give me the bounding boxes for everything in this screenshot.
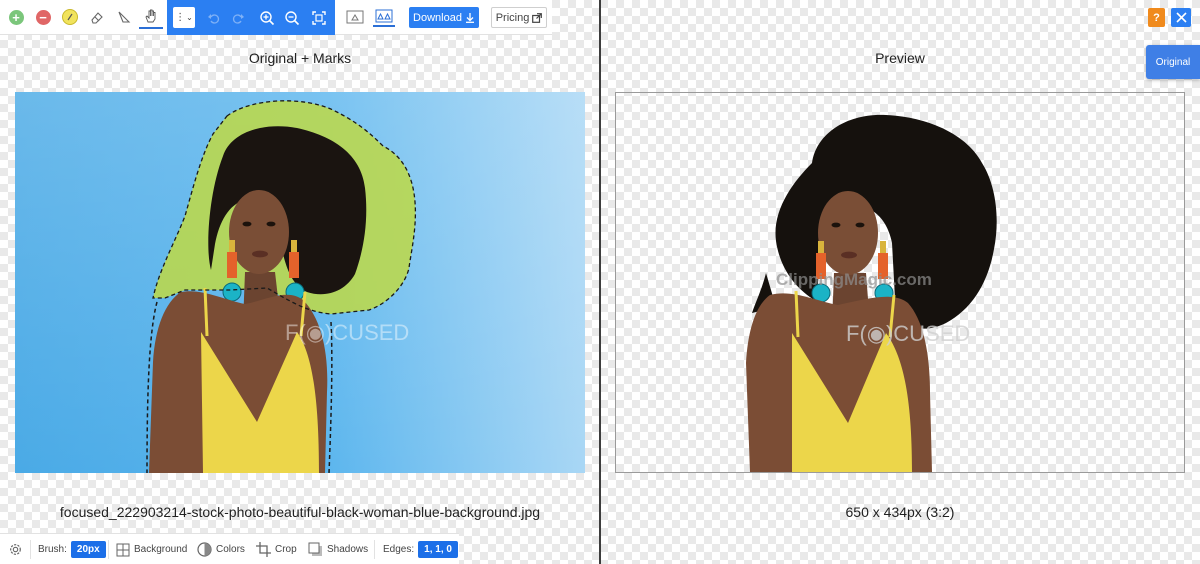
minus-icon: −	[35, 9, 51, 25]
hand-pan-tool[interactable]	[139, 5, 163, 29]
shadows-button[interactable]: Shadows	[308, 534, 368, 564]
original-image-canvas[interactable]: F(◉)CUSED	[15, 92, 585, 473]
settings-button[interactable]	[8, 534, 23, 564]
brush-size-value[interactable]: 20px	[70, 541, 106, 558]
dual-view-button[interactable]	[373, 7, 395, 27]
preview-watermark: F(◉)CUSED	[846, 321, 970, 346]
edges-control[interactable]: Edges: 1, 1, 0	[383, 534, 458, 564]
undo-button[interactable]	[202, 6, 226, 30]
preview-canvas[interactable]: ClippingMagic.com F(◉)CUSED	[615, 92, 1185, 473]
top-toolbar: + − ⋮ ⌄ Download Pricing	[0, 0, 552, 35]
gear-icon	[10, 544, 21, 555]
pricing-label: Pricing	[495, 11, 530, 24]
download-label: Download	[413, 11, 462, 24]
separator	[108, 540, 109, 559]
undo-icon	[208, 14, 220, 24]
separator	[30, 540, 31, 559]
scalpel-tool[interactable]	[112, 5, 136, 29]
dropdown-dots-icon: ⋮	[175, 12, 186, 23]
remove-marker-tool[interactable]: −	[31, 5, 55, 29]
download-icon	[465, 12, 474, 23]
original-watermark: F(◉)CUSED	[285, 320, 409, 345]
panel-divider[interactable]	[599, 0, 601, 564]
shadows-label: Shadows	[327, 544, 369, 555]
view-tools-group: ⋮ ⌄	[167, 0, 335, 35]
bottom-toolbar: Brush: 20px Background Colors Crop Shado…	[0, 533, 459, 564]
edges-value[interactable]: 1, 1, 0	[418, 541, 458, 558]
fit-screen-icon	[312, 11, 326, 25]
keep-marker-tool[interactable]: +	[4, 5, 28, 29]
single-view-icon	[346, 10, 364, 24]
preview-panel-title: Preview	[875, 50, 925, 66]
external-link-icon	[532, 12, 543, 23]
background-label: Background	[134, 544, 188, 555]
colors-button[interactable]: Colors	[197, 534, 245, 564]
redo-icon	[232, 14, 244, 24]
colors-label: Colors	[216, 544, 245, 555]
preview-watermark-site: ClippingMagic.com	[776, 270, 932, 289]
crop-label: Crop	[275, 544, 297, 555]
separator	[374, 540, 375, 559]
fit-to-screen-button[interactable]	[307, 6, 331, 30]
close-button[interactable]	[1171, 8, 1191, 27]
filename-label: focused_222903214-stock-photo-beautiful-…	[59, 504, 541, 520]
background-button[interactable]: Background	[116, 534, 187, 564]
question-icon: ?	[1153, 11, 1160, 24]
scalpel-icon	[118, 11, 131, 23]
edges-label: Edges:	[383, 544, 415, 555]
zoom-in-button[interactable]	[255, 6, 279, 30]
eraser-icon	[91, 12, 103, 24]
download-button[interactable]: Download	[409, 7, 479, 28]
crop-icon	[256, 542, 271, 557]
eraser-tool[interactable]	[85, 5, 109, 29]
chevron-down-icon: ⌄	[186, 13, 193, 22]
original-panel-title: Original + Marks	[248, 50, 352, 66]
contrast-icon	[197, 542, 212, 557]
pricing-button[interactable]: Pricing	[491, 7, 547, 28]
brush-label: Brush:	[38, 544, 67, 555]
redo-button[interactable]	[226, 6, 250, 30]
zoom-in-icon	[260, 11, 275, 26]
shadow-icon	[308, 542, 322, 556]
crop-button[interactable]: Crop	[256, 534, 297, 564]
zoom-out-button[interactable]	[280, 6, 304, 30]
hand-icon	[145, 9, 156, 23]
image-dimensions-label: 650 x 434px (3:2)	[845, 504, 955, 520]
hair-brush-icon	[62, 9, 78, 25]
help-button[interactable]: ?	[1148, 8, 1165, 27]
zoom-out-icon	[285, 11, 300, 26]
plus-icon: +	[8, 9, 24, 25]
close-icon	[1175, 12, 1187, 23]
single-view-button[interactable]	[344, 7, 366, 27]
dual-view-icon	[375, 9, 393, 23]
options-dropdown[interactable]: ⋮ ⌄	[173, 7, 195, 28]
original-photo: F(◉)CUSED	[15, 92, 585, 473]
hair-marker-tool[interactable]	[58, 5, 82, 29]
grid-icon	[116, 543, 130, 556]
preview-cutout: ClippingMagic.com F(◉)CUSED	[746, 114, 997, 472]
brush-size-control[interactable]: Brush: 20px	[38, 534, 106, 564]
